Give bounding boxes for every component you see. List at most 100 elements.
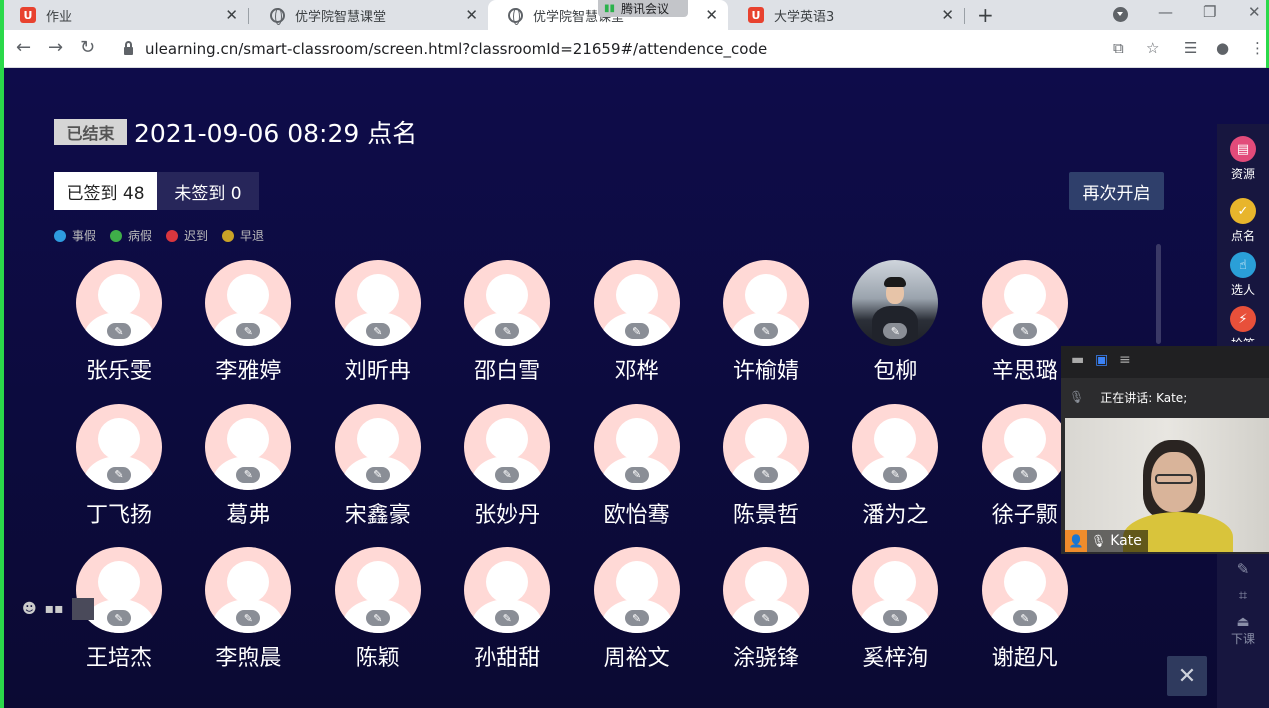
browser-tab[interactable]: U 大学英语3 ✕ xyxy=(728,0,964,30)
edit-icon[interactable]: ✎ xyxy=(107,323,131,339)
edit-icon[interactable]: ✎ xyxy=(754,323,778,339)
legend-label: 事假 xyxy=(72,229,97,243)
close-icon[interactable]: ✕ xyxy=(465,6,478,24)
student-card[interactable]: ✎ 奚梓洵 xyxy=(830,547,960,677)
edit-icon[interactable]: ✎ xyxy=(495,466,520,483)
edit-icon[interactable]: ✎ xyxy=(624,610,649,626)
edit-icon[interactable]: ✎ xyxy=(624,466,649,483)
student-card[interactable]: ✎ 宋鑫豪 xyxy=(313,403,443,534)
student-card[interactable]: ✎ 张乐雯 xyxy=(54,260,184,390)
student-card[interactable]: ✎ 周裕文 xyxy=(572,547,702,677)
meeting-badge[interactable]: ▮▮ 腾讯会议 xyxy=(598,0,688,17)
student-card[interactable]: ✎ 邓桦 xyxy=(572,260,702,390)
edit-icon[interactable]: ✎ xyxy=(236,466,261,483)
user-icon: 👤 xyxy=(1065,530,1087,552)
legend-item: 迟到 xyxy=(166,227,208,244)
pen-icon[interactable]: ✎ xyxy=(1217,560,1269,578)
window-close-icon[interactable]: ✕ xyxy=(1248,3,1261,21)
edit-icon[interactable]: ✎ xyxy=(495,323,520,339)
edit-icon[interactable]: ✎ xyxy=(236,323,261,339)
student-card[interactable]: ✎ 涂骁锋 xyxy=(701,547,831,677)
toolbar-buzzer[interactable]: ⚡ 抢答 xyxy=(1217,306,1269,342)
minimize-icon[interactable]: ▬ xyxy=(1071,352,1084,368)
avatar: ✎ xyxy=(76,260,162,346)
edit-icon[interactable]: ✎ xyxy=(365,610,390,626)
back-icon[interactable]: ← xyxy=(16,37,31,58)
menu-icon[interactable]: ≡ xyxy=(1119,352,1131,368)
student-card[interactable]: ✎ 李煦晨 xyxy=(183,547,313,677)
avatar-silhouette xyxy=(615,561,658,603)
edit-icon[interactable]: ✎ xyxy=(365,466,390,483)
student-name: 谢超凡 xyxy=(991,646,1058,671)
window-icon[interactable]: ▣ xyxy=(1095,352,1108,368)
screenshot-icon[interactable]: ⌗ xyxy=(1217,586,1269,604)
edit-icon[interactable]: ✎ xyxy=(754,466,778,483)
student-card[interactable]: ✎ 李雅婷 xyxy=(183,260,313,390)
edit-icon[interactable]: ✎ xyxy=(236,610,261,626)
reading-list-icon[interactable]: ☰ xyxy=(1184,39,1197,57)
student-card[interactable]: ✎ 许榆婧 xyxy=(701,260,831,390)
restore-icon[interactable]: ❐ xyxy=(1203,3,1216,21)
edit-icon[interactable]: ✎ xyxy=(495,610,520,626)
student-card[interactable]: ✎ 张妙丹 xyxy=(442,403,572,534)
meeting-window[interactable]: ▬ ▣ ≡ 🎙 正在讲话: Kate; 👤 🎙 Kate xyxy=(1061,346,1269,554)
tab-search-icon[interactable] xyxy=(1113,7,1128,22)
browser-tab[interactable]: 优学院智慧课堂 ✕ xyxy=(250,0,488,30)
tab-signed[interactable]: 已签到 48 xyxy=(54,172,157,210)
reload-icon[interactable]: ↻ xyxy=(80,37,95,58)
reopen-button[interactable]: 再次开启 xyxy=(1069,172,1164,210)
edit-icon[interactable]: ✎ xyxy=(1012,466,1037,483)
toolbar-end-class[interactable]: ⏏ 下课 xyxy=(1217,614,1269,647)
edit-icon[interactable]: ✎ xyxy=(1012,323,1037,339)
close-icon[interactable]: ✕ xyxy=(225,6,238,24)
student-card[interactable]: ✎ 陈颖 xyxy=(313,547,443,677)
student-card[interactable]: ✎ 包柳 xyxy=(830,260,960,390)
hand-icon: ☝ xyxy=(1230,252,1256,278)
avatar: ✎ xyxy=(723,260,809,346)
browser-tab[interactable]: U 作业 ✕ xyxy=(0,0,248,30)
close-button[interactable]: ✕ xyxy=(1167,656,1207,696)
student-card[interactable]: ✎ 谢超凡 xyxy=(960,547,1090,677)
student-card[interactable]: ✎ 孙甜甜 xyxy=(442,547,572,677)
edit-icon[interactable]: ✎ xyxy=(754,610,778,626)
student-card[interactable]: ✎ 丁飞扬 xyxy=(54,403,184,534)
student-card[interactable]: ✎ 陈景哲 xyxy=(701,403,831,534)
panel-icon[interactable] xyxy=(71,598,94,620)
edit-icon[interactable]: ✎ xyxy=(1012,610,1037,626)
toolbar-pick[interactable]: ☝ 选人 xyxy=(1217,252,1269,298)
student-name: 包柳 xyxy=(873,359,918,384)
translate-icon[interactable]: ⧉ xyxy=(1113,39,1124,57)
edit-icon[interactable]: ✎ xyxy=(107,610,131,626)
student-card[interactable]: ✎ 邵白雪 xyxy=(442,260,572,390)
student-name: 葛弗 xyxy=(226,502,271,528)
edit-icon[interactable]: ✎ xyxy=(883,323,908,339)
url-field[interactable]: ulearning.cn/smart-classroom/screen.html… xyxy=(110,34,1170,64)
tab-unsigned[interactable]: 未签到 0 xyxy=(157,172,259,210)
student-card[interactable]: ✎ 刘昕冉 xyxy=(313,260,443,390)
menu-icon[interactable]: ⋮ xyxy=(1250,39,1265,57)
forward-icon[interactable]: → xyxy=(48,37,63,58)
edit-icon[interactable]: ✎ xyxy=(883,610,908,626)
student-card[interactable]: ✎ 潘为之 xyxy=(830,403,960,534)
avatar-silhouette xyxy=(615,417,658,460)
participant-name: Kate xyxy=(1110,533,1142,549)
close-icon[interactable]: ✕ xyxy=(705,6,718,24)
edit-icon[interactable]: ✎ xyxy=(883,466,908,483)
toolbar-rollcall[interactable]: ✓ 点名 xyxy=(1217,198,1269,244)
student-card[interactable]: ✎ 欧怡骞 xyxy=(572,403,702,534)
chat-icon[interactable]: ▪▪ xyxy=(45,601,64,617)
scrollbar[interactable] xyxy=(1156,244,1161,344)
emoji-icon[interactable]: ☻ xyxy=(22,601,37,617)
edit-icon[interactable]: ✎ xyxy=(365,323,390,339)
avatar: ✎ xyxy=(593,403,680,490)
profile-icon[interactable]: ● xyxy=(1216,39,1229,57)
star-icon[interactable]: ☆ xyxy=(1146,39,1159,57)
edit-icon[interactable]: ✎ xyxy=(624,323,649,339)
new-tab-icon[interactable]: + xyxy=(977,3,994,27)
minimize-icon[interactable]: — xyxy=(1158,3,1173,21)
edit-icon[interactable]: ✎ xyxy=(107,466,131,483)
status-badge: 已结束 xyxy=(54,119,127,145)
student-card[interactable]: ✎ 葛弗 xyxy=(183,403,313,534)
toolbar-resource[interactable]: ▤ 资源 xyxy=(1217,136,1269,182)
close-icon[interactable]: ✕ xyxy=(941,6,954,24)
